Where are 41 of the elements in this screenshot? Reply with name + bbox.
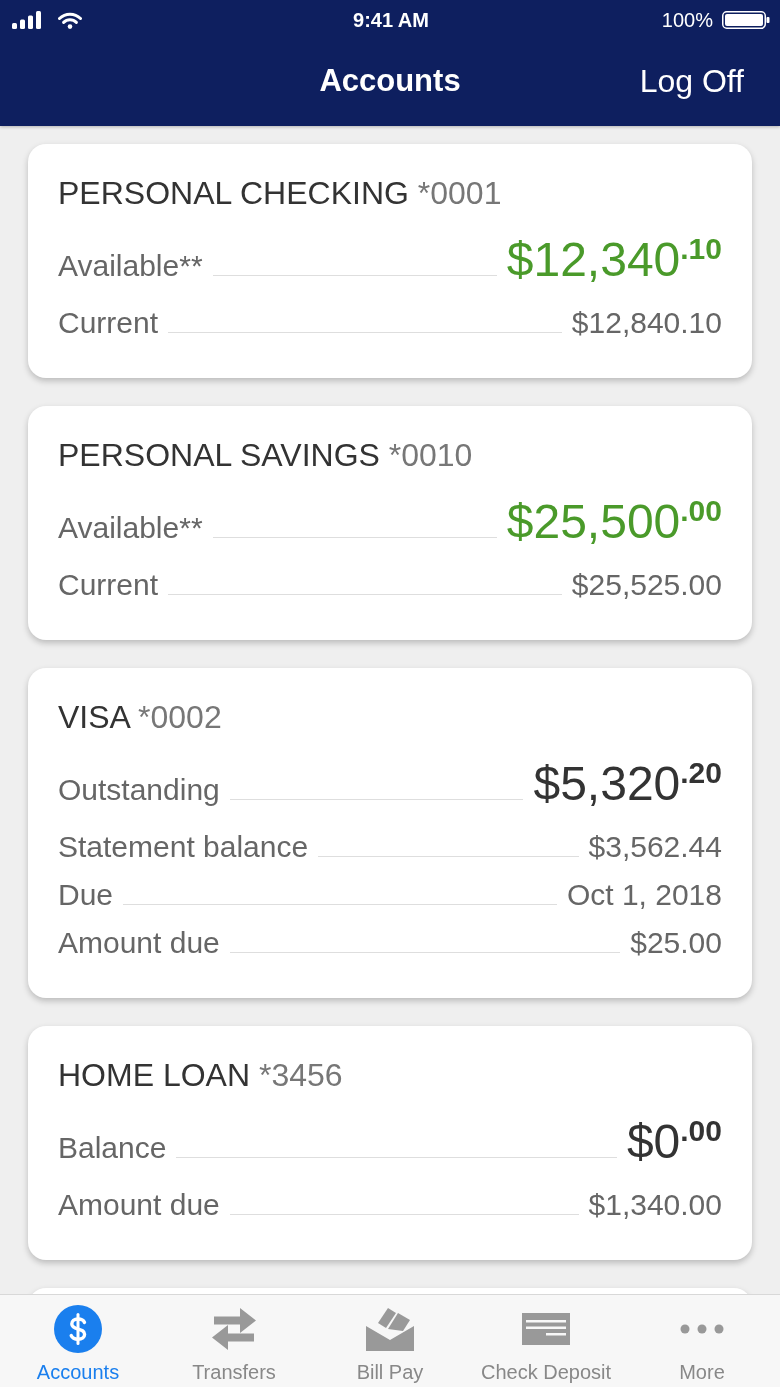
balance-amount: $25,500$^{.00}$ [506, 494, 722, 550]
bank-check-icon [522, 1313, 570, 1345]
balance-label: Available** [58, 248, 203, 284]
balance-value: Oct 1, 2018 [566, 877, 722, 913]
log-off-button[interactable]: Log Off [639, 62, 744, 100]
balance-label: Statement balance [58, 829, 309, 865]
balance-amount: $12,340$^{.10}$ [506, 232, 722, 288]
account-card[interactable]: HOME LOAN *3456 Balance $0$^{.00}$ Amount due $1,340.00 [28, 1026, 752, 1260]
dollar-circle-icon [54, 1305, 102, 1353]
account-card[interactable]: PERSONAL SAVINGS *0010 Available** $25,500$^{.00}$ Current $25,525.00 [28, 406, 752, 640]
battery-percent: 100% [661, 8, 713, 32]
account-title: PERSONAL CHECKING *0001 [58, 174, 503, 213]
account-title: VISA *0002 [58, 698, 223, 737]
envelope-icon [366, 1307, 414, 1351]
balance-amount: $5,320$^{.20}$ [533, 756, 722, 812]
signal-icon [12, 11, 42, 29]
balance-amount: $0$^{.00}$ [626, 1114, 722, 1170]
balance-label: Due [58, 877, 114, 913]
balance-label: Available** [58, 510, 203, 546]
screen-title: Accounts [319, 63, 461, 99]
balance-label: Current [58, 567, 159, 603]
account-title: HOME LOAN *3456 [58, 1056, 344, 1095]
account-card[interactable]: VISA *0002 Outstanding $5,320$^{.20}$ Statement balance $3,562.44 Due Oct 1, 2018 Amount due $25.00 [28, 668, 752, 998]
balance-label: Outstanding [58, 772, 220, 808]
status-time: 9:41 AM [353, 8, 429, 32]
balance-value: $12,840.10 [571, 305, 722, 341]
account-card[interactable]: PERSONAL CHECKING *0001 Available** $12,340$^{.10}$ Current $12,840.10 [28, 144, 752, 378]
balance-label: Balance [58, 1130, 167, 1166]
balance-label: Current [58, 305, 159, 341]
balance-value: $25,525.00 [571, 567, 722, 603]
balance-value: $3,562.44 [588, 829, 722, 865]
battery-icon [722, 11, 770, 29]
transfer-arrows-icon [210, 1307, 258, 1351]
account-title: PERSONAL SAVINGS *0010 [58, 436, 474, 475]
balance-value: $1,340.00 [588, 1187, 722, 1223]
tab-item[interactable]: Accounts [0, 1295, 156, 1387]
wifi-icon [58, 11, 82, 29]
balance-label: Amount due [58, 925, 220, 961]
balance-value: $25.00 [630, 925, 722, 961]
balance-label: Amount due [58, 1187, 220, 1223]
ellipsis-icon [680, 1324, 724, 1334]
